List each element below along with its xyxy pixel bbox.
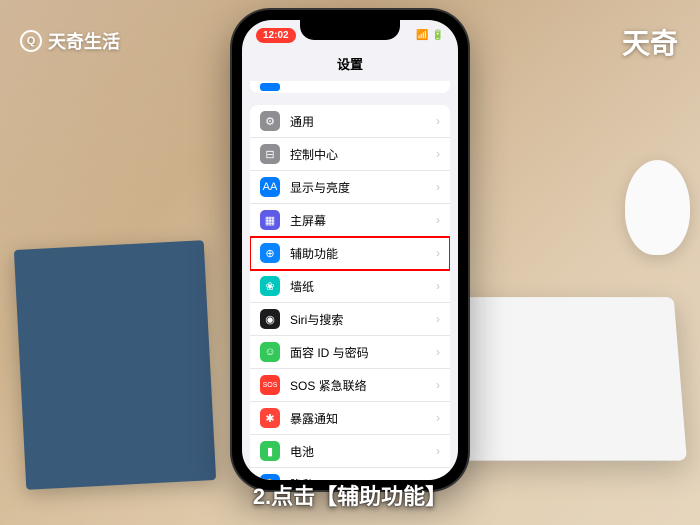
sos-icon: SOS <box>260 375 280 395</box>
row-label: 面容 ID 与密码 <box>290 344 436 361</box>
partial-row-icon <box>260 83 280 91</box>
chevron-right-icon: › <box>436 345 440 359</box>
settings-row-wallpaper[interactable]: ❀ 墙纸› <box>250 270 450 303</box>
chevron-right-icon: › <box>436 279 440 293</box>
general-icon: ⚙ <box>260 111 280 131</box>
settings-row-battery[interactable]: ▮ 电池› <box>250 435 450 468</box>
home-screen-icon: ▦ <box>260 210 280 230</box>
chevron-right-icon: › <box>436 246 440 260</box>
display-icon: AA <box>260 177 280 197</box>
settings-row-sos[interactable]: SOS SOS 紧急联络› <box>250 369 450 402</box>
chevron-right-icon: › <box>436 213 440 227</box>
settings-row-accessibility[interactable]: ⊕ 辅助功能› <box>250 237 450 270</box>
row-label: 暴露通知 <box>290 410 436 427</box>
faceid-icon: ☺ <box>260 342 280 362</box>
settings-row-general[interactable]: ⚙ 通用› <box>250 105 450 138</box>
instruction-caption: 2.点击【辅助功能】 <box>253 479 447 511</box>
row-label: SOS 紧急联络 <box>290 377 436 394</box>
battery-icon: 🔋 <box>432 30 444 41</box>
chevron-right-icon: › <box>436 114 440 128</box>
battery-icon: ▮ <box>260 441 280 461</box>
chevron-right-icon: › <box>436 147 440 161</box>
chevron-right-icon: › <box>436 312 440 326</box>
settings-row-siri[interactable]: ◉ Siri与搜索› <box>250 303 450 336</box>
row-label: 主屏幕 <box>290 212 436 229</box>
phone-notch <box>300 20 400 40</box>
background-mouse <box>625 160 690 255</box>
settings-row-exposure[interactable]: ✱ 暴露通知› <box>250 402 450 435</box>
watermark-left: Q 天奇生活 <box>20 28 120 54</box>
background-notebook <box>14 240 216 490</box>
row-label: 通用 <box>290 113 436 130</box>
wallpaper-icon: ❀ <box>260 276 280 296</box>
status-icons: 📶 🔋 <box>416 30 444 41</box>
settings-group: ⚙通用›⊟控制中心›AA显示与亮度›▦主屏幕›⊕辅助功能›❀墙纸›◉Siri与搜… <box>250 105 450 480</box>
accessibility-icon: ⊕ <box>260 243 280 263</box>
row-label: 墙纸 <box>290 278 436 295</box>
watermark-left-text: 天奇生活 <box>48 28 120 54</box>
chevron-right-icon: › <box>436 411 440 425</box>
watermark-logo-icon: Q <box>20 30 42 52</box>
row-label: 显示与亮度 <box>290 179 436 196</box>
row-label: 控制中心 <box>290 146 436 163</box>
status-time: 12:02 <box>256 28 296 43</box>
watermark-right: 天奇 <box>622 22 678 62</box>
settings-row-home-screen[interactable]: ▦ 主屏幕› <box>250 204 450 237</box>
partial-previous-group <box>250 81 450 93</box>
control-center-icon: ⊟ <box>260 144 280 164</box>
chevron-right-icon: › <box>436 180 440 194</box>
row-label: 辅助功能 <box>290 245 436 262</box>
row-label: Siri与搜索 <box>290 311 436 328</box>
settings-row-faceid[interactable]: ☺ 面容 ID 与密码› <box>250 336 450 369</box>
exposure-icon: ✱ <box>260 408 280 428</box>
settings-row-control-center[interactable]: ⊟ 控制中心› <box>250 138 450 171</box>
settings-row-display[interactable]: AA 显示与亮度› <box>250 171 450 204</box>
chevron-right-icon: › <box>436 378 440 392</box>
siri-icon: ◉ <box>260 309 280 329</box>
page-title: 设置 <box>242 50 458 81</box>
chevron-right-icon: › <box>436 444 440 458</box>
phone-frame: 12:02 📶 🔋 设置 ⚙通用›⊟控制中心›AA显示与亮度›▦主屏幕›⊕辅助功… <box>232 10 468 490</box>
row-label: 电池 <box>290 443 436 460</box>
signal-icon: 📶 <box>416 30 428 41</box>
phone-screen: 12:02 📶 🔋 设置 ⚙通用›⊟控制中心›AA显示与亮度›▦主屏幕›⊕辅助功… <box>242 20 458 480</box>
